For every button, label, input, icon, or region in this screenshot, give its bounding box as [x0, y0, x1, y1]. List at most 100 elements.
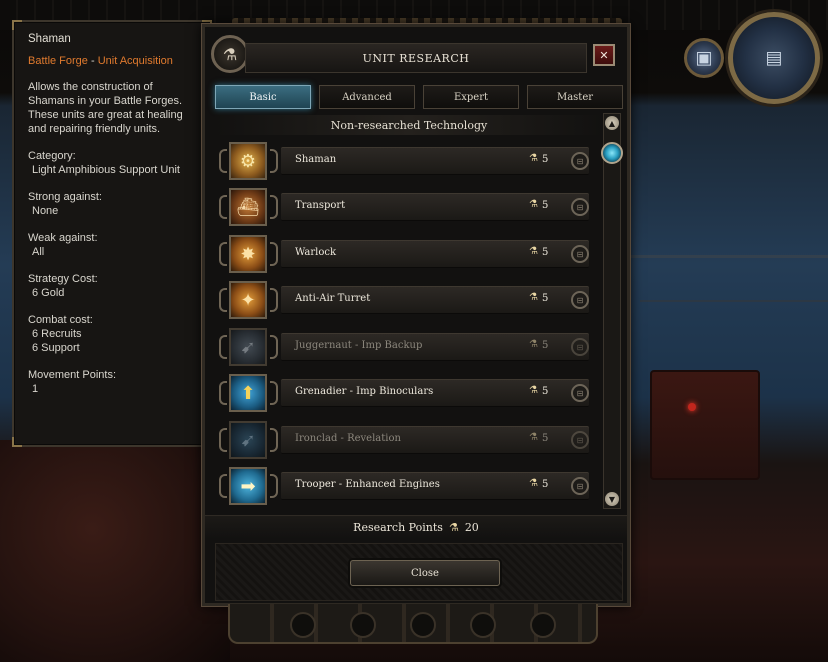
anti-air-turret-unit-icon: ✦: [229, 281, 267, 319]
tech-row-grenadier-imp-binoculars[interactable]: ⬆ Grenadier - Imp Binoculars ⚗ 5 ⊟: [215, 371, 603, 415]
tooltip-stat: Combat cost: 6 Recruits 6 Support: [28, 313, 196, 355]
tooltip-stat: Strategy Cost: 6 Gold: [28, 272, 196, 300]
tech-row-warlock[interactable]: ✸ Warlock ⚗ 5 ⊟: [215, 232, 603, 276]
close-button[interactable]: Close: [350, 560, 500, 586]
row-bracket: [219, 195, 227, 219]
background-red-light: [688, 403, 696, 411]
research-button[interactable]: ⊟: [571, 431, 589, 449]
tech-name: Trooper - Enhanced Engines: [295, 479, 440, 490]
hud-main-menu-button[interactable]: ▤: [728, 12, 820, 104]
background-rail: [630, 255, 828, 258]
upgrade-arrow-icon: ➹: [229, 421, 267, 459]
tooltip-corner: [12, 437, 22, 447]
research-flask-icon: ⚗: [529, 432, 538, 443]
window-footer: Close: [215, 543, 623, 601]
tech-row-juggernaut-imp-backup[interactable]: ➹ Juggernaut - Imp Backup ⚗ 5 ⊟: [215, 325, 603, 369]
tab-basic[interactable]: Basic: [215, 85, 311, 109]
hud-slot: [350, 612, 376, 638]
section-header: Non-researched Technology: [215, 115, 603, 135]
research-flask-icon: ⚗: [448, 521, 459, 534]
tooltip-stat: Weak against: All: [28, 231, 196, 259]
hud-slot: [290, 612, 316, 638]
row-bracket: [219, 474, 227, 498]
tech-name: Shaman: [295, 154, 337, 165]
research-button[interactable]: ⊟: [571, 384, 589, 402]
unit-tooltip: Shaman Battle Forge - Unit Acquisition A…: [12, 20, 212, 447]
tooltip-stat-label: Strong against:: [28, 191, 102, 203]
tech-row-shaman[interactable]: ⚙ Shaman ⚗ 5 ⊟: [215, 139, 603, 183]
tooltip-stat-label: Category:: [28, 150, 76, 162]
research-flask-icon: ⚗: [529, 153, 538, 164]
tech-cost: 5: [542, 340, 549, 351]
tab-expert[interactable]: Expert: [423, 85, 519, 109]
row-bracket: [219, 149, 227, 173]
tech-row-ironclad-revelation[interactable]: ➹ Ironclad - Revelation ⚗ 5 ⊟: [215, 418, 603, 462]
tooltip-stat: Movement Points: 1: [28, 368, 196, 396]
tech-name: Transport: [295, 200, 346, 211]
research-points-value: 20: [464, 521, 479, 534]
row-bracket: [219, 428, 227, 452]
row-bracket: [270, 195, 278, 219]
background-floor-left: [0, 440, 230, 662]
research-points-label: Research Points: [353, 521, 443, 534]
research-button[interactable]: ⊟: [571, 477, 589, 495]
tooltip-category-forge: Battle Forge: [28, 55, 88, 67]
research-flask-icon: ⚗: [529, 385, 538, 396]
close-x-button[interactable]: ✕: [593, 44, 615, 66]
tab-advanced[interactable]: Advanced: [319, 85, 415, 109]
transport-unit-icon: ⛴: [229, 188, 267, 226]
tooltip-stat-value: None: [32, 205, 59, 217]
tooltip-stat-label: Movement Points:: [28, 369, 117, 381]
research-button[interactable]: ⊟: [571, 291, 589, 309]
tooltip-category-acquisition: Unit Acquisition: [97, 55, 173, 67]
tech-name: Grenadier - Imp Binoculars: [295, 386, 434, 397]
tooltip-stat-value: 1: [32, 383, 39, 395]
tab-master[interactable]: Master: [527, 85, 623, 109]
tier-tabs: Basic Advanced Expert Master: [215, 85, 623, 109]
scroll-down-button[interactable]: ▼: [605, 492, 619, 506]
upgrade-arrow-icon: ➹: [229, 328, 267, 366]
research-button[interactable]: ⊟: [571, 152, 589, 170]
row-bracket: [270, 474, 278, 498]
row-bracket: [219, 381, 227, 405]
row-bracket: [219, 335, 227, 359]
tech-name: Warlock: [295, 247, 337, 258]
tooltip-stat: Category: Light Amphibious Support Unit: [28, 149, 196, 177]
row-bracket: [219, 242, 227, 266]
tooltip-corner: [12, 20, 22, 30]
tooltip-description: Allows the construction of Shamans in yo…: [28, 81, 183, 135]
window-icon: ▣: [695, 47, 713, 69]
row-bracket: [270, 381, 278, 405]
tech-cost: 5: [542, 293, 549, 304]
research-button[interactable]: ⊟: [571, 338, 589, 356]
background-machine: [650, 370, 760, 480]
tooltip-category: Battle Forge - Unit Acquisition: [28, 54, 196, 68]
research-button[interactable]: ⊟: [571, 245, 589, 263]
research-flask-icon: ⚗: [529, 199, 538, 210]
background-rail-lower: [640, 300, 828, 302]
tooltip-stat-value: All: [32, 246, 45, 258]
tooltip-stat-label: Strategy Cost:: [28, 273, 98, 285]
tooltip-title: Shaman: [28, 33, 71, 45]
hud-slot: [410, 612, 436, 638]
tech-row-anti-air-turret[interactable]: ✦ Anti-Air Turret ⚗ 5 ⊟: [215, 278, 603, 322]
tech-cost: 5: [542, 247, 549, 258]
scroll-thumb[interactable]: [601, 142, 623, 164]
tech-row-trooper-enhanced-engines[interactable]: ➡ Trooper - Enhanced Engines ⚗ 5 ⊟: [215, 464, 603, 508]
research-flask-icon: ⚗: [529, 478, 538, 489]
tech-name: Anti-Air Turret: [295, 293, 371, 304]
tech-name: Juggernaut - Imp Backup: [295, 340, 423, 351]
hud-small-button[interactable]: ▣: [684, 38, 724, 78]
speed-arrow-icon: ➡: [229, 467, 267, 505]
tech-cost: 5: [542, 479, 549, 490]
row-bracket: [219, 288, 227, 312]
tooltip-stat: Strong against: None: [28, 190, 196, 218]
scroll-up-button[interactable]: ▲: [605, 116, 619, 130]
window-title: UNIT RESEARCH: [245, 43, 587, 73]
list-scrollbar[interactable]: ▲ ▼: [601, 113, 623, 509]
research-button[interactable]: ⊟: [571, 198, 589, 216]
tooltip-stat-value: 6 Gold: [32, 287, 65, 299]
bottom-hud-ornament: [228, 604, 598, 644]
tech-row-transport[interactable]: ⛴ Transport ⚗ 5 ⊟: [215, 185, 603, 229]
tech-cost: 5: [542, 386, 549, 397]
